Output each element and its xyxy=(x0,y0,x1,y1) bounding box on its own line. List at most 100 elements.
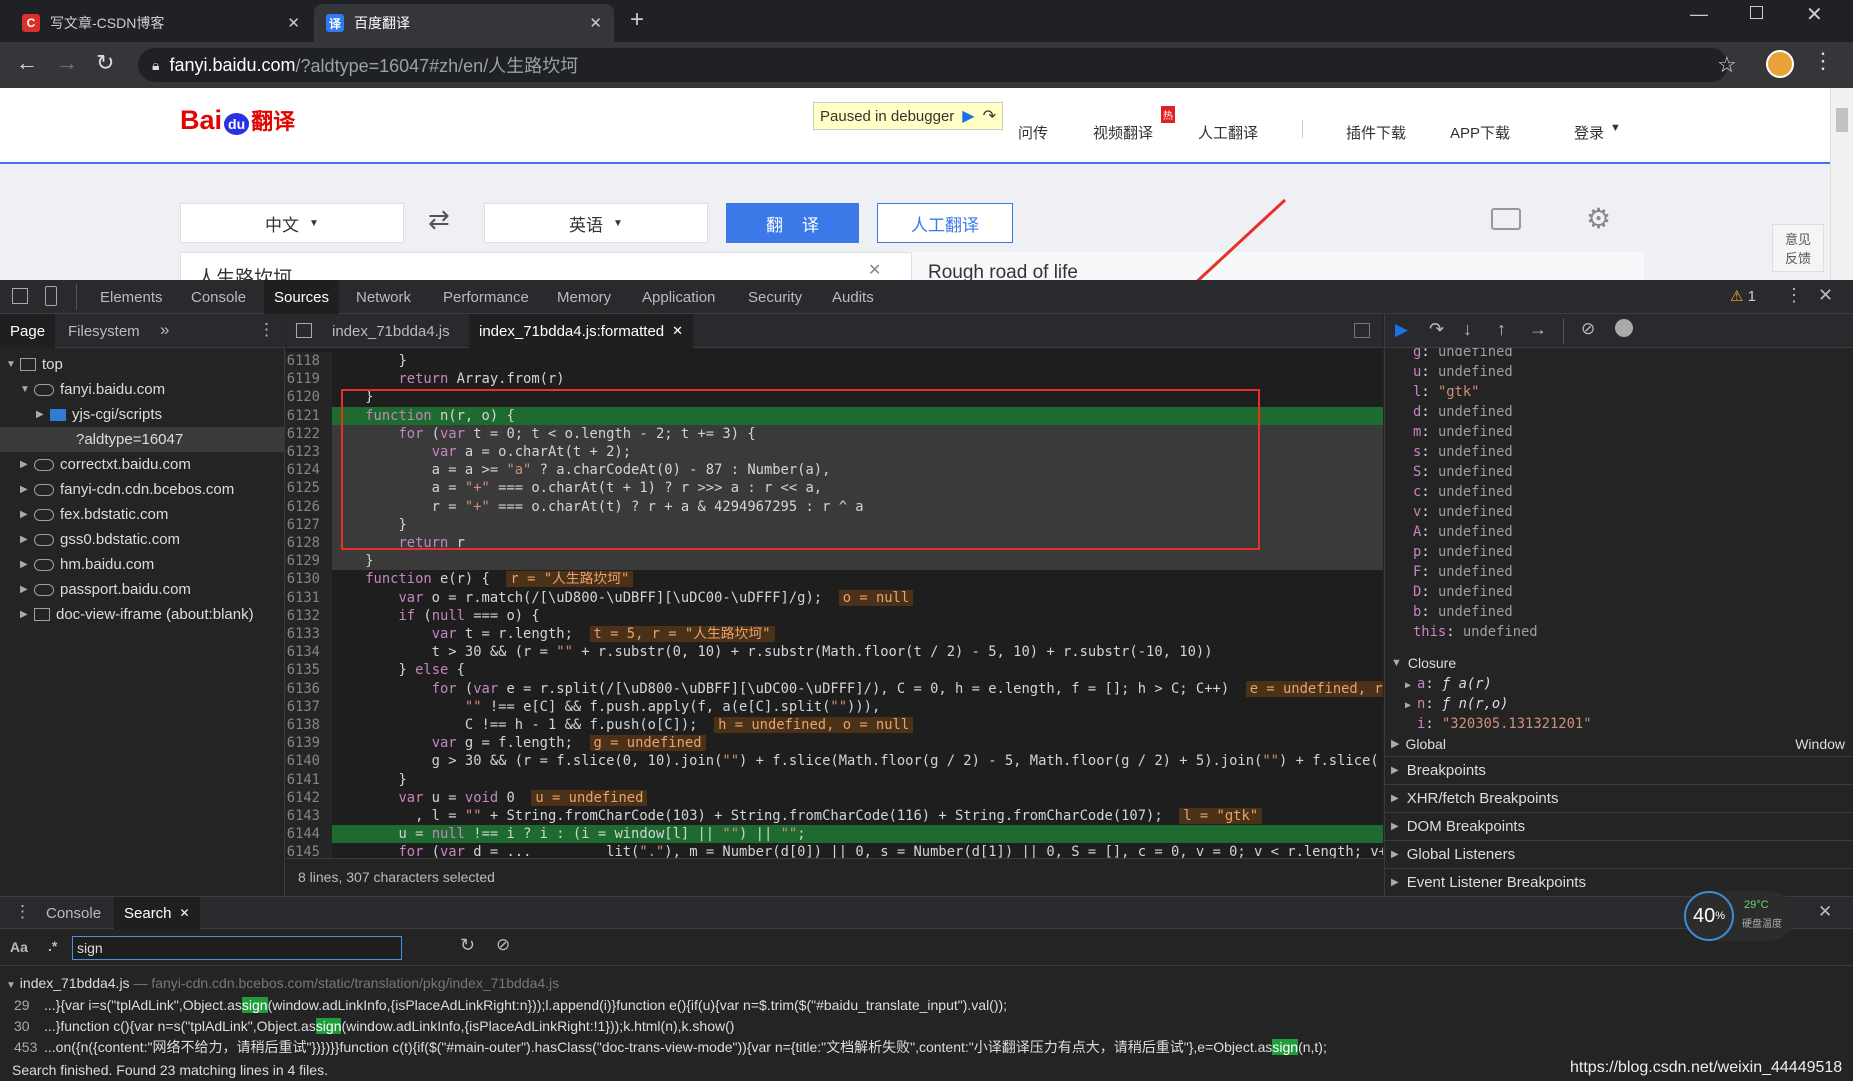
toggle-navigator-icon[interactable] xyxy=(296,323,312,338)
nav-item-upload[interactable]: 问传 xyxy=(1018,122,1048,143)
line-number[interactable]: 6123 xyxy=(286,443,332,462)
search-result-file[interactable]: ▼ index_71bdda4.js — fanyi-cdn.cdn.bcebo… xyxy=(6,973,559,994)
drawer-menu-icon[interactable]: ⋮ xyxy=(14,902,31,922)
closure-variable[interactable]: i: "320305.131321201" xyxy=(1385,714,1853,734)
nav-item-plugin-download[interactable]: 插件下载 xyxy=(1346,122,1406,143)
global-scope[interactable]: ▶︎ Global Window xyxy=(1385,734,1845,754)
translate-button[interactable]: 翻 译 xyxy=(726,203,859,243)
line-number[interactable]: 6142 xyxy=(286,788,332,807)
debugger-section[interactable]: ▶︎ DOM Breakpoints xyxy=(1385,812,1853,840)
line-number[interactable]: 6118 xyxy=(286,352,332,371)
scope-variable[interactable]: c: undefined xyxy=(1385,482,1853,502)
line-number[interactable]: 6144 xyxy=(286,825,332,844)
refresh-search-icon[interactable]: ↻ xyxy=(460,935,475,956)
device-toolbar-icon[interactable] xyxy=(45,286,57,306)
close-tab-icon[interactable]: ✕ xyxy=(672,323,683,339)
scope-variable[interactable]: this: undefined xyxy=(1385,622,1853,642)
tree-item[interactable]: ▶︎ hm.baidu.com xyxy=(0,552,285,577)
line-number[interactable]: 6137 xyxy=(286,697,332,716)
step-out-icon[interactable]: ↑ xyxy=(1497,319,1506,340)
code-line[interactable]: 6145 for (var d = ... lit("."), m = Numb… xyxy=(286,843,1383,858)
tree-item[interactable]: ▶︎ correctxt.baidu.com xyxy=(0,452,285,477)
code-line[interactable]: 6132 if (null === o) { xyxy=(286,606,1383,625)
code-line[interactable]: 6137 "" !== e[C] && f.push.apply(f, a(e[… xyxy=(286,697,1383,716)
step-icon[interactable]: → xyxy=(1529,319,1547,340)
line-number[interactable]: 6138 xyxy=(286,716,332,735)
scope-variable[interactable]: b: undefined xyxy=(1385,602,1853,622)
closure-variable[interactable]: ▶︎ n: ƒ n(r,o) xyxy=(1385,694,1853,714)
close-devtools-icon[interactable]: ✕ xyxy=(1818,285,1833,306)
tree-item[interactable]: ▼ top xyxy=(0,352,285,377)
close-window-icon[interactable]: ✕ xyxy=(1806,2,1823,27)
code-line[interactable]: 6134 t > 30 && (r = "" + r.substr(0, 10)… xyxy=(286,643,1383,662)
closure-header[interactable]: ▼ Closure xyxy=(1385,652,1853,674)
step-over-icon[interactable]: ↷ xyxy=(983,106,996,126)
page-scrollbar[interactable] xyxy=(1830,88,1853,280)
browser-tab-baidu-fanyi[interactable]: 译 百度翻译 ✕ xyxy=(314,4,614,42)
devtools-tab-sources[interactable]: Sources xyxy=(264,280,340,314)
debugger-section[interactable]: ▶︎ Global Listeners xyxy=(1385,840,1853,868)
navigator-tab-page[interactable]: Page xyxy=(0,314,56,348)
source-lang-select[interactable]: 中文 ▼ xyxy=(180,203,404,243)
clear-input-icon[interactable]: ✕ xyxy=(868,260,881,280)
line-number[interactable]: 6140 xyxy=(286,752,332,771)
line-number[interactable]: 6124 xyxy=(286,461,332,480)
bookmark-star-icon[interactable]: ☆ xyxy=(1717,52,1737,78)
line-number[interactable]: 6119 xyxy=(286,370,332,389)
code-line[interactable]: 6142 var u = void 0 u = undefined xyxy=(286,788,1383,807)
source-text-input[interactable]: 人生路坎坷 xyxy=(180,252,912,280)
line-number[interactable]: 6133 xyxy=(286,625,332,644)
tree-item[interactable]: ▶︎ fex.bdstatic.com xyxy=(0,502,285,527)
drawer-tab-search[interactable]: Search ✕ xyxy=(114,897,200,929)
line-number[interactable]: 6127 xyxy=(286,515,332,534)
devtools-tab-elements[interactable]: Elements xyxy=(90,280,173,314)
new-tab-icon[interactable]: + xyxy=(630,6,644,34)
line-number[interactable]: 6136 xyxy=(286,679,332,698)
tree-item[interactable]: ▶︎ fanyi-cdn.cdn.bcebos.com xyxy=(0,477,285,502)
scope-variable[interactable]: g: undefined xyxy=(1385,348,1853,362)
scope-variable[interactable]: s: undefined xyxy=(1385,442,1853,462)
navigator-tab-filesystem[interactable]: Filesystem xyxy=(58,314,150,348)
line-number[interactable]: 6126 xyxy=(286,497,332,516)
browser-menu-icon[interactable]: ⋮ xyxy=(1812,48,1834,74)
devtools-tab-audits[interactable]: Audits xyxy=(822,280,884,314)
more-tabs-icon[interactable]: » xyxy=(160,320,169,340)
scope-variable[interactable]: F: undefined xyxy=(1385,562,1853,582)
line-number[interactable]: 6134 xyxy=(286,643,332,662)
closure-variable[interactable]: ▶︎ a: ƒ a(r) xyxy=(1385,674,1853,694)
search-result-line[interactable]: 29 ...}{var i=s("tplAdLink",Object.assign… xyxy=(0,995,1853,1016)
nav-item-app-download[interactable]: APP下载 xyxy=(1450,122,1510,143)
code-line[interactable]: 6139 var g = f.length; g = undefined xyxy=(286,734,1383,753)
navigator-menu-icon[interactable]: ⋮ xyxy=(258,320,275,340)
line-number[interactable]: 6120 xyxy=(286,388,332,407)
code-line[interactable]: 6135 } else { xyxy=(286,661,1383,680)
browser-tab-csdn[interactable]: C 写文章-CSDN博客 ✕ xyxy=(10,4,312,42)
code-line[interactable]: 6129 } xyxy=(286,552,1383,571)
editor-tab-index-js-formatted[interactable]: index_71bdda4.js:formatted ✕ xyxy=(469,314,694,348)
profile-avatar[interactable] xyxy=(1766,50,1794,78)
scope-variable[interactable]: u: undefined xyxy=(1385,362,1853,382)
minimize-icon[interactable]: — xyxy=(1690,4,1708,25)
scope-variable[interactable]: A: undefined xyxy=(1385,522,1853,542)
target-lang-select[interactable]: 英语 ▼ xyxy=(484,203,708,243)
search-input[interactable]: sign xyxy=(72,936,402,960)
address-bar[interactable]: 🔒︎ fanyi.baidu.com/?aldtype=16047#zh/en/… xyxy=(138,48,1728,82)
devtools-menu-icon[interactable]: ⋮ xyxy=(1785,285,1803,306)
search-result-line[interactable]: 453 ...on({n({content:"网络不给力，请稍后重试"})})}}… xyxy=(0,1037,1853,1058)
code-line[interactable]: 6118 } xyxy=(286,352,1383,371)
scope-variable[interactable]: m: undefined xyxy=(1385,422,1853,442)
line-number[interactable]: 6145 xyxy=(286,843,332,858)
toggle-debugger-icon[interactable] xyxy=(1354,323,1370,338)
tree-item[interactable]: ▶︎ passport.baidu.com xyxy=(0,577,285,602)
code-line[interactable]: 6141 } xyxy=(286,770,1383,789)
line-number[interactable]: 6143 xyxy=(286,807,332,826)
devtools-tab-console[interactable]: Console xyxy=(181,280,256,314)
resume-icon[interactable]: ▶︎ xyxy=(962,106,974,126)
devtools-tab-application[interactable]: Application xyxy=(632,280,725,314)
step-over-icon[interactable]: ↷ xyxy=(1429,319,1444,340)
editor-tab-index-js[interactable]: index_71bdda4.js xyxy=(322,314,460,348)
line-number[interactable]: 6130 xyxy=(286,570,332,589)
tree-item[interactable]: ?aldtype=16047 xyxy=(0,427,285,452)
swap-languages-icon[interactable]: ⇄ xyxy=(428,204,450,235)
reload-icon[interactable]: ↻ xyxy=(96,50,114,76)
